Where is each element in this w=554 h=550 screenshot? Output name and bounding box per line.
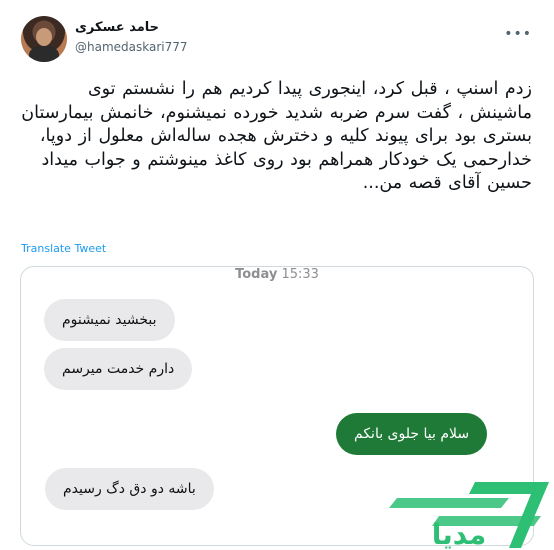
chat-message: دارم خدمت میرسم (44, 348, 193, 390)
media-watermark-text: مدیا (432, 518, 487, 550)
chat-message: باشه دو دق دگ رسیدم (45, 468, 214, 510)
avatar-face (36, 28, 52, 46)
media-watermark-logo: مدیا (389, 482, 549, 550)
translate-tweet-link[interactable]: Translate Tweet (21, 242, 106, 255)
chat-day: Today (235, 267, 278, 282)
tweet-text: زدم اسنپ ، قبل کرد، اینجوری پیدا کردیم ه… (21, 79, 532, 193)
author-name[interactable]: حامد عسکری (75, 20, 159, 35)
avatar-body (29, 46, 59, 62)
more-horizontal-icon[interactable]: ••• (504, 26, 532, 42)
chat-time: 15:33 (281, 267, 319, 282)
chat-message: سلام بیا جلوی بانکم (336, 413, 488, 455)
chat-message: ببخشید نمیشنوم (44, 299, 175, 341)
author-handle[interactable]: @hamedaskari777 (75, 40, 188, 54)
chat-timestamp: Today 15:33 (21, 267, 533, 282)
avatar[interactable] (21, 16, 67, 62)
